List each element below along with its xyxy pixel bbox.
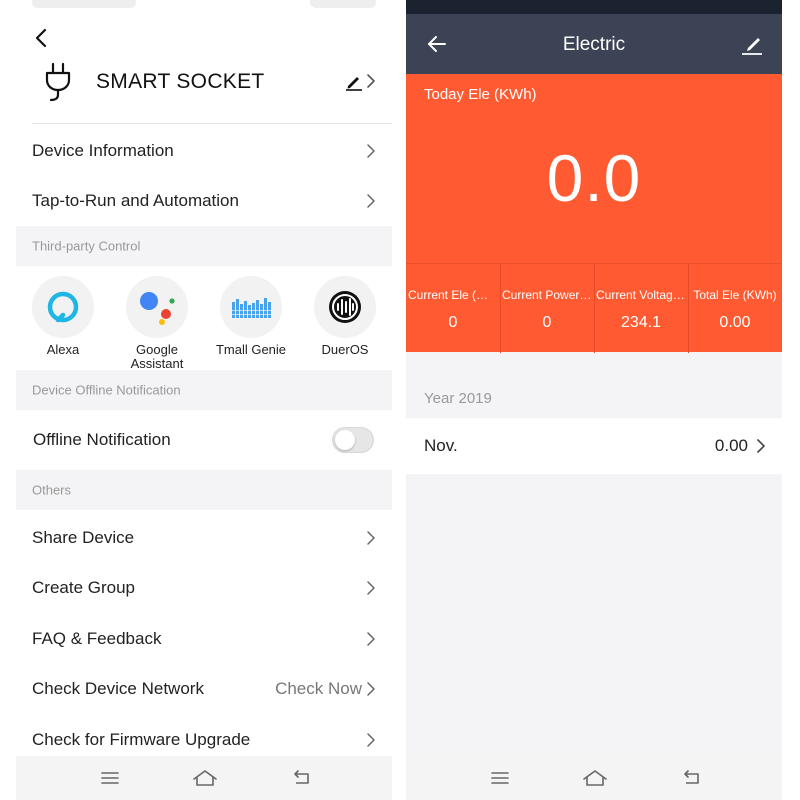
google-assistant-icon [126, 276, 188, 338]
home-icon[interactable] [192, 768, 218, 788]
stat-value: 234.1 [620, 314, 662, 331]
stat-value: 0 [448, 314, 458, 331]
chevron-right-icon [367, 682, 375, 696]
system-nav-bar [16, 756, 392, 800]
year-heading: Year 2019 [424, 390, 492, 407]
month-label: Nov. [424, 436, 458, 455]
third-party-control-list: Alexa Google Assistant Tmall Genie DuerO… [16, 266, 392, 371]
alexa-icon [32, 276, 94, 338]
section-title: Others [32, 482, 72, 498]
chevron-right-icon [367, 74, 375, 88]
third-party-label: DuerOS [321, 342, 369, 357]
row-label: Check Device Network [32, 679, 204, 698]
chevron-right-icon [367, 194, 375, 208]
stat-value: 0 [542, 314, 552, 331]
third-party-label: Tmall Genie [215, 342, 287, 357]
plug-icon [45, 62, 71, 102]
stat-current-power: Current Power(W) 0 [500, 264, 594, 353]
create-group-row[interactable]: Create Group [16, 563, 392, 613]
offline-notification-toggle[interactable] [332, 427, 374, 453]
share-device-row[interactable]: Share Device [16, 513, 392, 563]
row-label: Tap-to-Run and Automation [32, 191, 239, 210]
check-device-network-row[interactable]: Check Device Network Check Now [16, 664, 392, 714]
device-name: SMART SOCKET [96, 70, 265, 93]
stat-value: 0.00 [719, 314, 751, 331]
device-header[interactable]: SMART SOCKET [16, 56, 392, 116]
stat-total-ele: Total Ele (KWh) 0.00 [688, 264, 782, 353]
third-party-label: Google Assistant [130, 342, 184, 371]
electric-screen: Electric Today Ele (KWh) 0.0 Current Ele… [406, 0, 782, 800]
today-energy-value: 0.0 [546, 141, 642, 215]
device-settings-screen: SMART SOCKET Device Information Tap-to-R… [16, 0, 392, 800]
row-label: Device Information [32, 141, 174, 160]
row-label: FAQ & Feedback [32, 629, 162, 648]
row-value: Check Now [275, 679, 362, 698]
edit-pencil-icon[interactable] [740, 32, 764, 56]
back-nav-icon[interactable] [292, 768, 312, 788]
status-bar-fragment [32, 0, 136, 8]
menu-icon[interactable] [100, 768, 120, 788]
dueros-button[interactable]: DuerOS [305, 276, 385, 357]
tmall-genie-icon [220, 276, 282, 338]
dueros-icon [314, 276, 376, 338]
chevron-right-icon [367, 581, 375, 595]
google-assistant-button[interactable]: Google Assistant [117, 276, 197, 371]
others-section-header: Others [16, 470, 392, 510]
device-information-row[interactable]: Device Information [16, 126, 392, 176]
stats-row: Current Ele (mA) 0 Current Power(W) 0 Cu… [406, 263, 782, 353]
status-bar-fragment [310, 0, 376, 8]
back-arrow-icon[interactable] [30, 26, 54, 50]
row-label: Offline Notification [33, 430, 171, 449]
stat-label: Current Power(W) [502, 288, 594, 302]
tmall-genie-button[interactable]: Tmall Genie [211, 276, 291, 357]
row-label: Check for Firmware Upgrade [32, 730, 251, 749]
energy-summary-panel: Today Ele (KWh) 0.0 Current Ele (mA) 0 C… [406, 74, 782, 353]
third-party-section-header: Third-party Control [16, 226, 392, 266]
back-nav-icon[interactable] [682, 768, 702, 788]
stat-current-ele: Current Ele (mA) 0 [406, 264, 500, 353]
row-label: Create Group [32, 578, 135, 597]
stat-label: Total Ele (KWh) [693, 288, 777, 302]
stat-current-voltage: Current Voltage(V) 234.1 [594, 264, 688, 353]
stat-label: Current Voltage(V) [596, 288, 688, 302]
chevron-right-icon [367, 144, 375, 158]
stat-label: Current Ele (mA) [408, 288, 499, 302]
menu-icon[interactable] [490, 768, 510, 788]
chevron-right-icon [367, 531, 375, 545]
divider [32, 123, 392, 124]
page-title: Electric [562, 34, 626, 55]
today-energy-label: Today Ele (KWh) [424, 86, 537, 103]
month-row[interactable]: Nov. 0.00 [406, 418, 782, 474]
chevron-right-icon [757, 439, 765, 453]
alexa-button[interactable]: Alexa [23, 276, 103, 357]
offline-notification-row: Offline Notification [16, 412, 392, 468]
edit-pencil-icon[interactable] [345, 73, 363, 91]
third-party-label: Alexa [46, 342, 80, 357]
home-icon[interactable] [582, 768, 608, 788]
system-nav-bar [406, 756, 782, 800]
app-bar: Electric [406, 14, 782, 74]
chevron-right-icon [367, 733, 375, 747]
chevron-right-icon [367, 632, 375, 646]
offline-section-header: Device Offline Notification [16, 370, 392, 410]
row-label: Share Device [32, 528, 135, 547]
tap-to-run-row[interactable]: Tap-to-Run and Automation [16, 176, 392, 226]
toggle-knob [335, 430, 355, 450]
section-title: Device Offline Notification [32, 382, 181, 398]
status-bar [406, 0, 782, 14]
month-value: 0.00 [714, 436, 748, 455]
faq-feedback-row[interactable]: FAQ & Feedback [16, 614, 392, 664]
section-title: Third-party Control [32, 238, 141, 254]
